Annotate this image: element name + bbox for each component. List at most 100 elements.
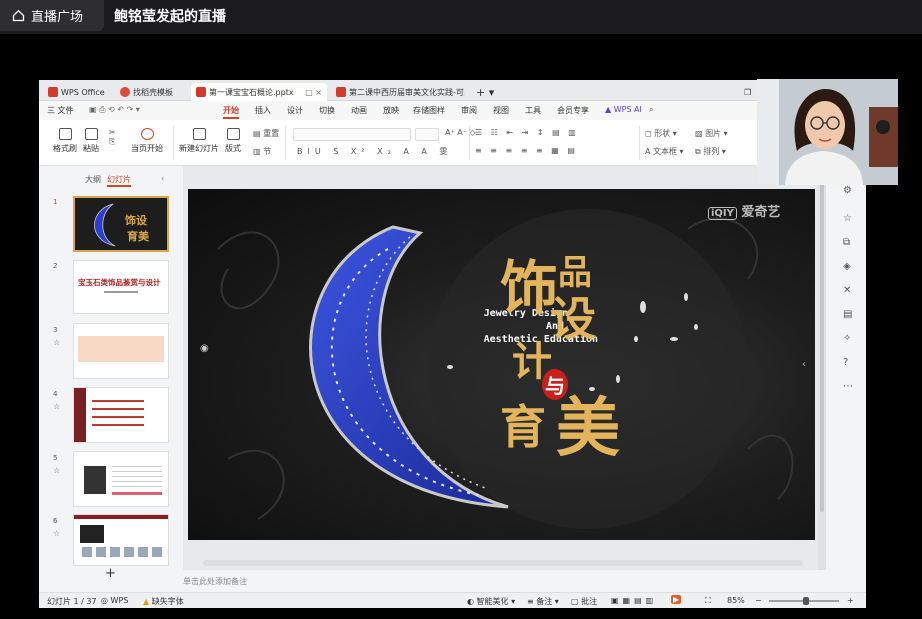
comments-button[interactable]: ▢ 批注 xyxy=(571,596,597,607)
menu-member[interactable]: 会员专享 xyxy=(557,105,589,116)
align-buttons[interactable]: ≡ ≡ ≡ ≡ ≡ ▦ ▤ xyxy=(475,146,578,155)
reset-icon: ▤ xyxy=(253,129,264,138)
notes-button[interactable]: ≡ 备注 ▾ xyxy=(527,596,559,607)
tab-wps-office[interactable]: WPS Office xyxy=(43,83,115,101)
ribbon-divider xyxy=(639,126,640,160)
help-icon[interactable]: ? xyxy=(843,357,848,368)
view-mode-icons[interactable]: ▣▦▤▥ xyxy=(611,596,657,605)
zoom-out-icon[interactable]: − xyxy=(755,596,762,605)
close-icon[interactable]: □ × xyxy=(305,88,322,97)
menu-review[interactable]: 审阅 xyxy=(461,105,477,116)
new-slide-label: 新建幻灯片 xyxy=(179,144,219,153)
thumbnail-slide-5[interactable] xyxy=(73,451,169,507)
font-size-select[interactable] xyxy=(415,128,439,141)
star-icon[interactable]: ☆ xyxy=(843,213,852,224)
thumbnail-slide-4[interactable] xyxy=(73,387,169,443)
new-tab-icon[interactable]: + ▾ xyxy=(471,83,495,101)
tab-slides[interactable]: 幻灯片 xyxy=(107,174,131,187)
star-icon[interactable]: ☆ xyxy=(53,402,60,411)
vertical-scrollbar[interactable] xyxy=(818,166,826,570)
theme-name[interactable]: ◎ WPS xyxy=(101,596,128,605)
font-style-buttons[interactable]: BIU S X² X₂ A A 雯 xyxy=(297,146,452,157)
thumbnail-slide-1[interactable]: 饰设 育美 xyxy=(73,196,169,252)
paragraph-buttons[interactable]: ☰ ☷ ⇤ ⇥ ↕ ▤ ▥ xyxy=(475,128,579,137)
section-button[interactable]: ▥ 节 xyxy=(253,146,271,157)
copy-icon[interactable]: ⧉ xyxy=(843,237,850,248)
tab-outline[interactable]: 大纲 xyxy=(85,174,101,185)
fit-window-icon[interactable]: ⛶ xyxy=(705,596,711,606)
collapse-panel-icon[interactable]: ‹ xyxy=(161,174,164,183)
menu-storage[interactable]: 存储图样 xyxy=(413,105,445,116)
picture-icon: ▨ xyxy=(695,129,706,138)
star-icon[interactable]: ☆ xyxy=(53,338,60,347)
arrange-button[interactable]: ⧉ 排列 ▾ xyxy=(695,146,726,157)
svg-text:育美: 育美 xyxy=(127,229,150,243)
shapes-icon[interactable]: ◈ xyxy=(843,261,851,272)
layout-button[interactable]: 版式 xyxy=(225,128,241,154)
tab-lesson-2[interactable]: 第二课中西历届审美文化实践-可以听 xyxy=(331,83,465,101)
format-painter-button[interactable]: 格式刷 xyxy=(53,128,77,154)
star-icon[interactable]: ☆ xyxy=(53,529,60,538)
animation-icon[interactable]: ✧ xyxy=(843,333,851,344)
reset-label: 重置 xyxy=(263,129,280,138)
horizontal-scrollbar[interactable] xyxy=(203,560,803,566)
menu-tools[interactable]: 工具 xyxy=(525,105,541,116)
quick-access-icons[interactable]: ▣ ⎙ ⟲ ↶ ↷ ▾ xyxy=(89,105,140,115)
menu-file[interactable]: 三 文件 xyxy=(47,105,74,116)
menu-design[interactable]: 设计 xyxy=(287,105,303,116)
cut-copy-icons[interactable]: ✂ ⎘ xyxy=(109,128,116,147)
font-name-select[interactable] xyxy=(293,128,411,141)
window-restore-icon[interactable]: ❐ xyxy=(739,83,755,101)
settings-icon[interactable]: ⚙ xyxy=(843,185,852,196)
scrollbar-thumb[interactable] xyxy=(820,182,824,512)
thumbnail-crescent-icon: 饰设 育美 xyxy=(94,203,150,247)
ai-icon: ▲ xyxy=(605,105,614,114)
menu-insert[interactable]: 插入 xyxy=(255,105,271,116)
camera-icon[interactable]: ◉ xyxy=(200,343,209,354)
shape-button[interactable]: ◻ 形状 ▾ xyxy=(645,128,677,139)
new-slide-button[interactable]: 新建幻灯片 xyxy=(179,128,219,154)
notes-placeholder[interactable]: 单击此处添加备注 xyxy=(183,576,247,587)
paste-label: 粘贴 xyxy=(83,144,99,153)
thumb-number: 2 xyxy=(53,262,58,270)
thumbnail-slide-2[interactable]: 宝玉石类饰品鉴赏与设计 xyxy=(73,260,169,314)
play-current-button[interactable]: 当页开始 xyxy=(131,128,163,154)
menu-animation[interactable]: 动画 xyxy=(351,105,367,116)
notes-label: 备注 xyxy=(536,597,553,606)
right-toolbar: ⚙ ☆ ⧉ ◈ ✕ ▤ ✧ ? ⋯ xyxy=(839,185,859,485)
thumbnail-slide-6[interactable] xyxy=(73,514,169,566)
tab-template[interactable]: 找稻壳模板 xyxy=(115,83,189,101)
wps-ai-button[interactable]: ▲ WPS AI xyxy=(605,105,642,114)
add-slide-button[interactable]: + xyxy=(105,566,116,581)
live-square-button[interactable]: 直播广场 xyxy=(0,0,104,31)
picture-button[interactable]: ▨ 图片 ▾ xyxy=(695,128,728,139)
thumb-image xyxy=(80,525,104,543)
paste-button[interactable]: 粘贴 xyxy=(83,128,99,154)
current-slide[interactable]: iQIY 爱奇艺 ◉ Jewelry Design And Aesthetic … xyxy=(188,189,815,540)
zoom-level[interactable]: 85% xyxy=(727,596,745,605)
zoom-slider[interactable] xyxy=(769,597,839,605)
reset-button[interactable]: ▤ 重置 xyxy=(253,128,279,139)
zoom-slider-thumb[interactable] xyxy=(803,597,809,605)
star-icon[interactable]: ☆ xyxy=(53,466,60,475)
textbox-button[interactable]: A 文本框 ▾ xyxy=(645,146,684,157)
font-size-buttons[interactable]: A⁺ A⁻ ◇ xyxy=(445,128,476,137)
menu-view[interactable]: 视图 xyxy=(493,105,509,116)
notes-icon: ≡ xyxy=(527,597,537,606)
book-icon[interactable]: ▤ xyxy=(843,309,852,320)
missing-font-button[interactable]: ▲ 缺失字体 xyxy=(143,596,184,607)
slide-thumbnail-panel: 大纲 幻灯片 ‹ 1 饰设 育美 2 宝玉石类饰品鉴赏与设计 3 ☆ 4 ☆ 5… xyxy=(47,166,177,583)
cross-tool-icon[interactable]: ✕ xyxy=(843,285,851,296)
thumbnail-slide-3[interactable] xyxy=(73,323,169,379)
menu-home[interactable]: 开始 xyxy=(223,105,239,119)
play-slideshow-icon[interactable]: ▶ xyxy=(671,595,682,604)
tab-lesson-1[interactable]: 第一课宝宝石概论.pptx □ × xyxy=(191,83,327,101)
search-icon[interactable]: ⌕ xyxy=(649,105,653,115)
zoom-in-icon[interactable]: + xyxy=(847,596,854,605)
next-slide-arrow-icon[interactable]: ‹ xyxy=(802,359,806,370)
more-icon[interactable]: ⋯ xyxy=(843,381,853,392)
menu-transition[interactable]: 切换 xyxy=(319,105,335,116)
menu-slideshow[interactable]: 放映 xyxy=(383,105,399,116)
beautify-button[interactable]: ◐ 智能美化 ▾ xyxy=(467,596,515,607)
theme-icon: ◎ xyxy=(101,596,111,605)
